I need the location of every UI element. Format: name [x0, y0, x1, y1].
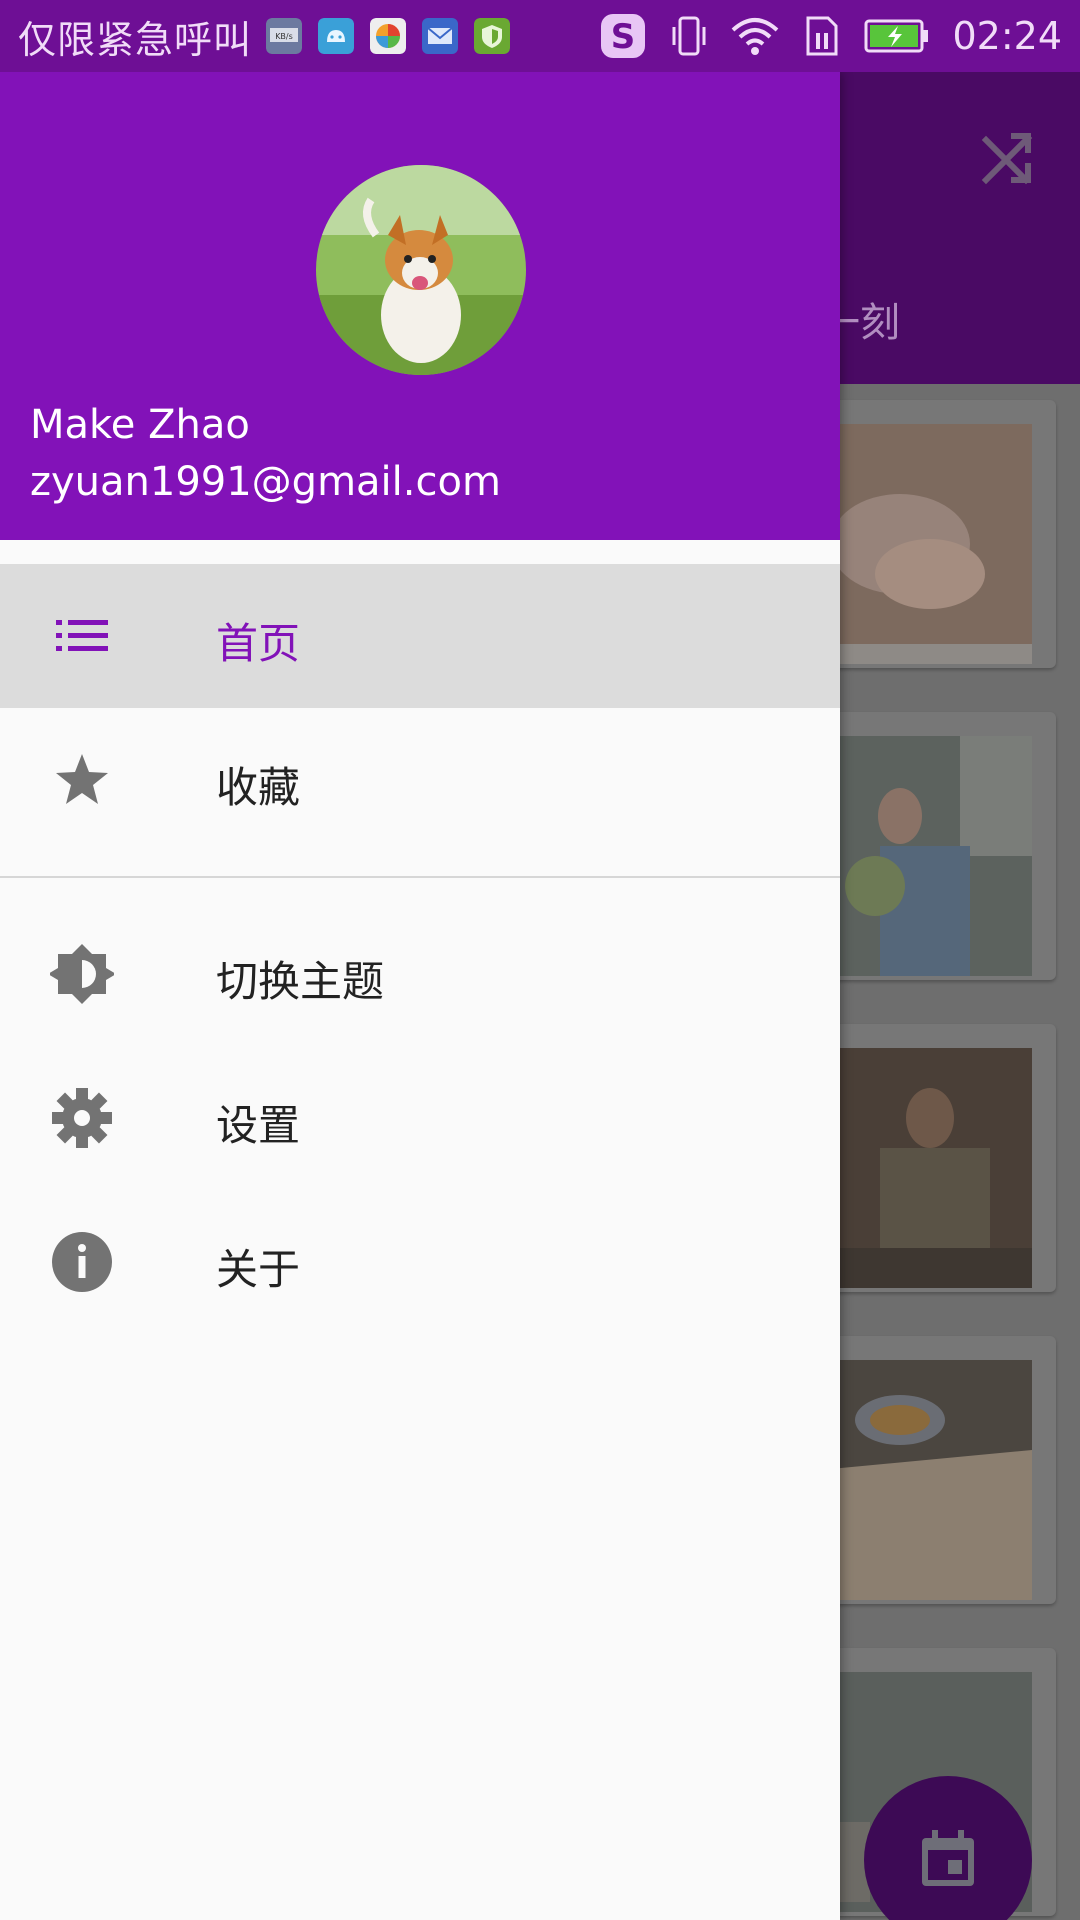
- shuffle-icon[interactable]: [980, 130, 1036, 186]
- browser-icon: [370, 18, 407, 54]
- user-name: Make Zhao: [30, 402, 250, 448]
- star-icon: [56, 754, 108, 804]
- brightness-icon: [50, 944, 114, 1004]
- card-image: [820, 736, 1032, 976]
- nav-item-label: 切换主题: [216, 957, 385, 1006]
- nav-item-label: 设置: [216, 1101, 301, 1150]
- vibrate-icon: [672, 16, 706, 56]
- navigation-drawer: Make Zhao zyuan1991@gmail.com 首页 收藏 切换主题: [0, 72, 840, 1920]
- battery-icon: [864, 19, 929, 53]
- screen: 仅限紧急呼叫 KB/s S 02:24 一刻 Make Zhao zyuan19…: [0, 0, 1080, 1920]
- speed-meter-icon: KB/s: [266, 18, 303, 54]
- list-card[interactable]: [820, 712, 1056, 980]
- calendar-icon: [922, 1830, 974, 1886]
- nav-item-switch-theme[interactable]: 切换主题: [0, 902, 840, 1046]
- nav-item-favorites[interactable]: 收藏: [0, 708, 840, 852]
- nav-item-label: 收藏: [216, 763, 301, 812]
- shield-icon: [474, 18, 511, 54]
- clock: 02:24: [952, 14, 1062, 58]
- svg-text:KB/s: KB/s: [275, 32, 293, 41]
- card-image: [820, 1048, 1032, 1288]
- wifi-icon: [732, 18, 779, 55]
- status-right: S 02:24: [598, 11, 1062, 61]
- status-bar: 仅限紧急呼叫 KB/s S 02:24: [0, 0, 1080, 72]
- nav-item-label: 首页: [216, 619, 301, 668]
- gear-icon: [52, 1088, 112, 1148]
- nav-item-settings[interactable]: 设置: [0, 1046, 840, 1190]
- mail-icon: [422, 18, 459, 54]
- nav-item-home[interactable]: 首页: [0, 564, 840, 708]
- info-icon: [52, 1232, 112, 1292]
- nav-item-label: 关于: [216, 1245, 301, 1294]
- list-icon: [56, 620, 108, 651]
- drawer-header: Make Zhao zyuan1991@gmail.com: [0, 72, 840, 540]
- svg-text:S: S: [611, 17, 636, 57]
- notification-icons: KB/s: [266, 18, 511, 54]
- nav-item-about[interactable]: 关于: [0, 1190, 840, 1334]
- android-icon: [318, 18, 355, 54]
- card-image: [820, 1360, 1032, 1600]
- user-email: zyuan1991@gmail.com: [30, 459, 501, 505]
- list-card[interactable]: [820, 1024, 1056, 1292]
- avatar[interactable]: [316, 165, 526, 375]
- sim-card-icon: [806, 16, 838, 56]
- list-card[interactable]: [820, 1336, 1056, 1604]
- sogou-keyboard-icon: S: [601, 14, 646, 58]
- list-card[interactable]: [820, 400, 1056, 668]
- divider: [0, 876, 840, 878]
- carrier-text: 仅限紧急呼叫: [18, 17, 253, 62]
- card-image: [820, 424, 1032, 664]
